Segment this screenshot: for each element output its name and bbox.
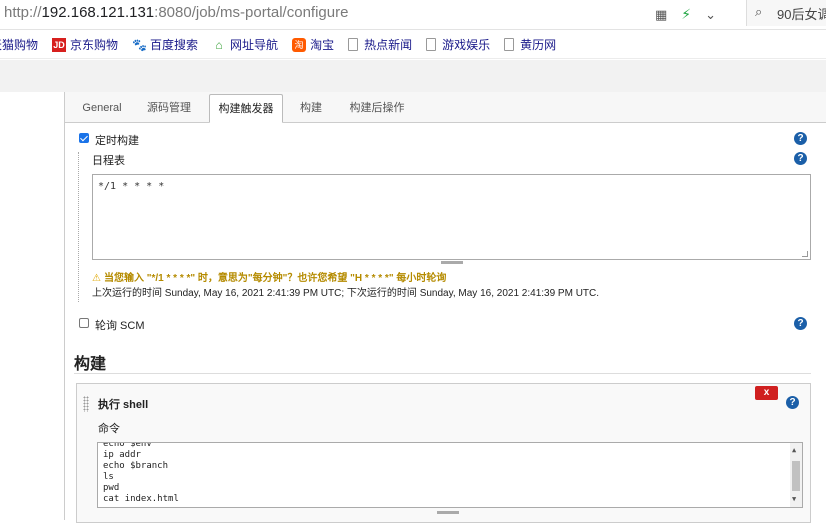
bookmarks-bar: 天猫购物 JD京东购物 🐾百度搜索 ⌂ 网址导航 淘淘宝 热点新闻 游戏娱乐 黄历… (0, 31, 826, 59)
bookmark-label: 网址导航 (230, 38, 279, 52)
bookmark-taobao[interactable]: 淘淘宝 (292, 36, 334, 53)
nested-divider (78, 152, 79, 302)
grid-icon[interactable]: ▦ (655, 7, 667, 23)
poll-scm-checkbox[interactable] (79, 318, 89, 328)
page-icon (504, 38, 515, 51)
textarea-drag-handle[interactable] (437, 511, 459, 514)
command-line: echo $env (103, 442, 152, 449)
bookmark-label: 热点新闻 (364, 38, 413, 52)
build-periodically-label: 定时构建 (95, 135, 139, 147)
page-icon (426, 38, 437, 51)
scroll-up-icon[interactable]: ▲ (792, 445, 796, 456)
bookmark-baidu[interactable]: 🐾 百度搜索 (132, 36, 198, 53)
command-label: 命令 (98, 423, 120, 435)
schedule-value: */1 * * * * (98, 181, 165, 192)
page-header-strip (0, 60, 826, 92)
address-bar-icons: ▦ ⚡ ⌄ (655, 6, 716, 23)
bookmark-label: 天猫购物 (0, 38, 39, 52)
scroll-down-icon[interactable]: ▼ (792, 494, 796, 505)
tab-build[interactable]: 构建 (291, 94, 331, 123)
warning-icon: ⚠ (92, 273, 101, 284)
help-icon[interactable]: ? (794, 317, 807, 330)
command-line: pwd (103, 483, 120, 493)
build-section-title: 构建 (74, 356, 107, 373)
taobao-icon: 淘 (292, 37, 307, 52)
bookmark-label: 百度搜索 (150, 38, 199, 52)
url-text[interactable]: http://192.168.121.131:8080/job/ms-porta… (4, 4, 348, 21)
delete-step-button[interactable]: x (755, 386, 778, 400)
bookmark-jd[interactable]: JD 京东购物 (52, 36, 118, 53)
lightning-icon[interactable]: ⚡ (681, 6, 691, 23)
address-bar[interactable]: http://192.168.121.131:8080/job/ms-porta… (0, 0, 826, 30)
search-text: 90后女调 (777, 7, 826, 22)
job-config-panel: General 源码管理 构建触发器 构建 构建后操作 定时构建 ? 日程表 ?… (64, 92, 826, 523)
search-box[interactable]: ⌕ 90后女调 (746, 0, 826, 26)
textarea-drag-handle[interactable] (441, 261, 463, 264)
bookmark-label: 淘宝 (310, 38, 335, 52)
search-icon: ⌕ (755, 4, 763, 19)
bookmark-games[interactable]: 游戏娱乐 (426, 36, 490, 53)
page-icon (348, 38, 359, 51)
command-line: echo $branch (103, 461, 169, 471)
build-periodically-checkbox[interactable] (79, 133, 89, 143)
section-divider (74, 373, 811, 374)
schedule-textarea[interactable]: */1 * * * * (92, 174, 811, 260)
command-line: ls (103, 472, 114, 482)
bookmark-news[interactable]: 热点新闻 (348, 36, 412, 53)
help-icon[interactable]: ? (786, 396, 799, 409)
url-scheme: http:// (4, 4, 42, 21)
drag-handle-icon[interactable] (83, 396, 89, 412)
bookmark-label: 黄历网 (520, 38, 557, 52)
bookmark-tmall[interactable]: 天猫购物 (0, 36, 38, 53)
help-icon[interactable]: ? (794, 152, 807, 165)
help-icon[interactable]: ? (794, 132, 807, 145)
tab-general[interactable]: General (75, 94, 129, 123)
tab-build-triggers[interactable]: 构建触发器 (209, 94, 283, 123)
run-info: 上次运行的时间 Sunday, May 16, 2021 2:41:39 PM … (92, 288, 600, 299)
home-nav-icon: ⌂ (215, 37, 223, 52)
command-scrollbar[interactable]: ▲ ▼ (790, 443, 802, 507)
tab-scm[interactable]: 源码管理 (139, 94, 199, 123)
bookmark-calendar[interactable]: 黄历网 (504, 36, 556, 53)
bookmark-label: 游戏娱乐 (442, 38, 491, 52)
bookmark-label: 京东购物 (70, 38, 119, 52)
url-path: :8080/job/ms-portal/configure (154, 4, 349, 21)
config-tabs: General 源码管理 构建触发器 构建 构建后操作 (65, 92, 826, 123)
chevron-down-icon[interactable]: ⌄ (705, 7, 716, 23)
baidu-paw-icon: 🐾 (132, 37, 147, 52)
shell-build-step: 执行 shell x ? 命令 echo $env ip addr echo $… (76, 383, 811, 523)
schedule-warning: ⚠ 当您输入 "*/1 * * * *" 时，意思为"每分钟"？也许您希望 "H … (92, 269, 446, 284)
bookmark-nav[interactable]: ⌂ 网址导航 (212, 36, 278, 53)
tab-post-build[interactable]: 构建后操作 (341, 94, 413, 123)
scroll-thumb[interactable] (792, 461, 800, 491)
jd-icon: JD (52, 37, 67, 52)
command-line: cat index.html (103, 494, 179, 504)
resize-handle[interactable] (802, 251, 808, 257)
command-textarea[interactable]: echo $env ip addr echo $branch ls pwd ca… (97, 442, 803, 508)
poll-scm-label: 轮询 SCM (95, 320, 145, 332)
schedule-label: 日程表 (92, 155, 125, 167)
build-step-title: 执行 shell (98, 399, 149, 411)
url-host: 192.168.121.131 (41, 4, 155, 21)
warning-text: 当您输入 "*/1 * * * *" 时，意思为"每分钟"？也许您希望 "H *… (103, 273, 447, 284)
command-line: ip addr (103, 450, 141, 460)
